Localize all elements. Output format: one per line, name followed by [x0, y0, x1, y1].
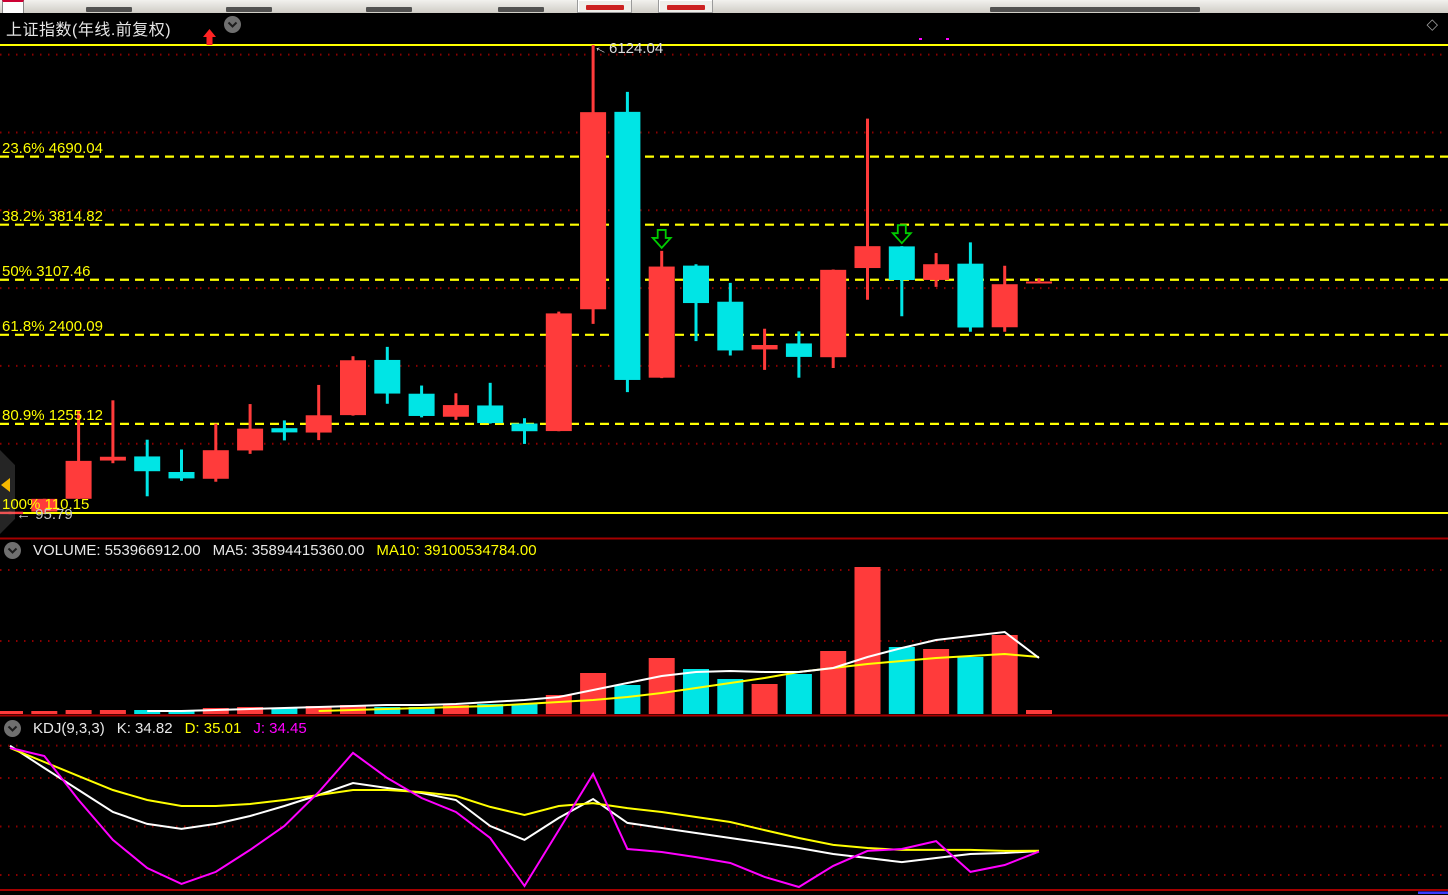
chart-canvas[interactable]	[0, 0, 1448, 895]
kdj-name: KDJ(9,3,3)	[33, 720, 105, 737]
menu-item-clipped[interactable]	[498, 7, 544, 12]
high-annotation: ←6124.04	[594, 40, 663, 57]
menu-bar	[0, 0, 1448, 14]
symbol-title: 上证指数(年线.前复权)	[6, 16, 171, 40]
volume-ma10-value: MA10: 39100534784.00	[376, 542, 536, 559]
fib-level-label: 23.6% 4690.04	[2, 140, 103, 157]
diamond-icon: ◇	[1426, 15, 1438, 33]
kdj-j-value: J: 34.45	[253, 720, 306, 737]
sell-signal-arrow-icon	[893, 225, 911, 243]
fib-level-label: 100% 110.15	[2, 496, 89, 513]
up-arrow-icon	[202, 29, 217, 51]
menu-right-text-clipped	[990, 7, 1200, 12]
menu-item-clipped[interactable]	[86, 7, 132, 12]
fib-level-label: 38.2% 3814.82	[2, 208, 103, 225]
fib-level-label: 61.8% 2400.09	[2, 318, 103, 335]
kdj-d-value: D: 35.01	[185, 720, 242, 737]
volume-value: VOLUME: 553966912.00	[33, 542, 201, 559]
menu-item-clipped[interactable]	[366, 7, 412, 12]
kdj-k-value: K: 34.82	[117, 720, 173, 737]
app-icon[interactable]	[2, 0, 24, 14]
volume-ma5-value: MA5: 35894415360.00	[213, 542, 365, 559]
menubar-red-button-1[interactable]	[577, 0, 632, 13]
menubar-red-button-2[interactable]	[658, 0, 713, 13]
fib-level-label: 50% 3107.46	[2, 263, 90, 280]
chart-title-bar: 上证指数(年线.前复权) ◇	[0, 13, 1448, 38]
trading-app-window: 上证指数(年线.前复权) ◇ ←6124.04 ← 95.79 VOLUME: …	[0, 0, 1448, 895]
kdj-collapse-icon[interactable]	[4, 720, 21, 737]
sell-signal-arrow-icon	[653, 230, 671, 248]
volume-collapse-icon[interactable]	[4, 542, 21, 559]
menu-item-clipped[interactable]	[226, 7, 272, 12]
volume-legend: VOLUME: 553966912.00 MA5: 35894415360.00…	[4, 541, 537, 560]
collapse-chevron-icon[interactable]	[224, 16, 241, 33]
kdj-legend: KDJ(9,3,3) K: 34.82 D: 35.01 J: 34.45	[4, 719, 307, 738]
scroll-left-arrow-icon[interactable]	[1, 478, 10, 492]
fib-level-label: 80.9% 1255.12	[2, 407, 103, 424]
